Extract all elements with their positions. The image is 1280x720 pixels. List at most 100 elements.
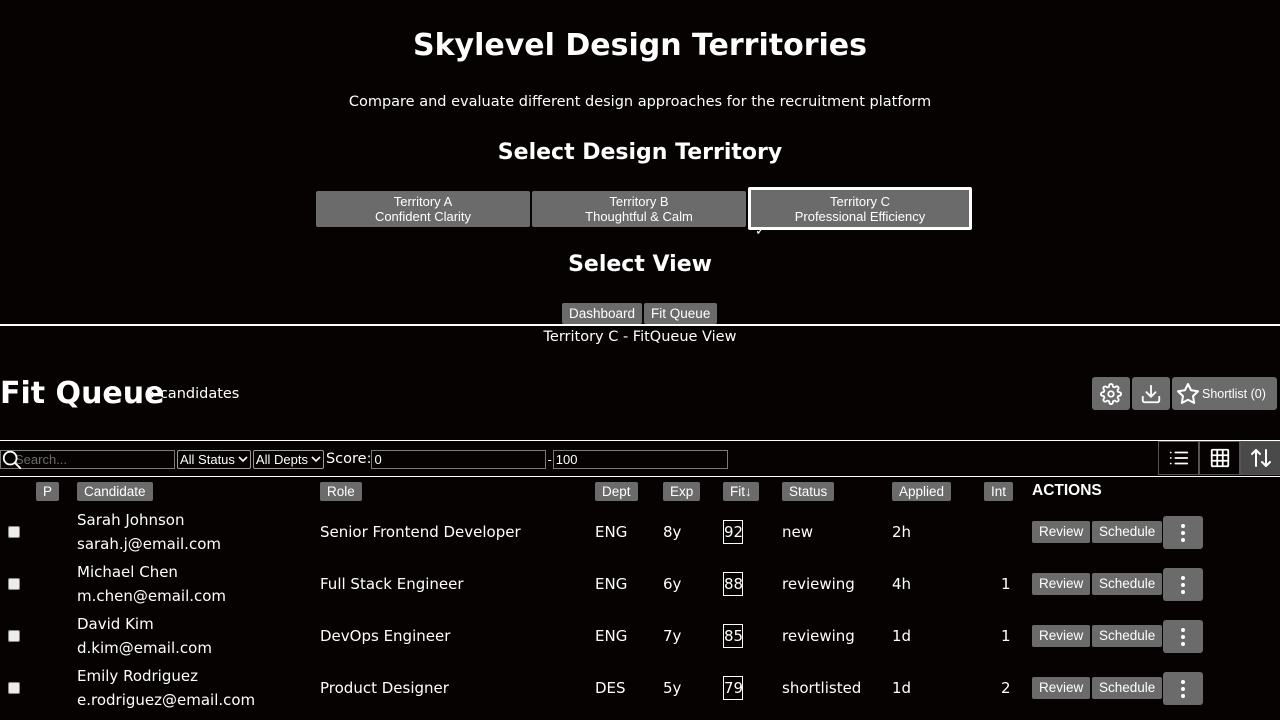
star-icon (1177, 382, 1199, 404)
territory-c-button[interactable]: Territory C Professional Efficiency (748, 187, 972, 230)
review-button[interactable]: Review (1032, 573, 1091, 595)
candidate-exp: 5y (663, 679, 682, 697)
candidate-role: Senior Frontend Developer (320, 523, 521, 541)
filter-bar: All Status All Depts Score: - (0, 449, 728, 469)
candidate-applied: 1d (892, 679, 912, 697)
column-header-fit[interactable]: Fit↓ (723, 482, 759, 501)
candidate-applied: 4h (892, 575, 912, 593)
candidate-dept: ENG (595, 523, 628, 541)
status-filter-value: All Status (180, 451, 235, 467)
row-select-checkbox[interactable] (8, 578, 20, 590)
queue-toolbar: Shortlist (0) (1092, 377, 1277, 410)
view-dashboard-button[interactable]: Dashboard (562, 303, 643, 324)
row-more-button[interactable] (1163, 620, 1203, 653)
table-header: P Candidate Role Dept Exp Fit↓ Status Ap… (0, 482, 1280, 502)
table-row: Michael Chen m.chen@email.com Full Stack… (0, 558, 1280, 610)
score-range-separator: - (547, 451, 552, 467)
candidate-status: shortlisted (782, 679, 862, 697)
page-subtitle: Compare and evaluate different design ap… (348, 94, 932, 110)
dept-filter-select[interactable]: All Depts (252, 449, 324, 469)
candidate-email: d.kim@email.com (77, 639, 212, 657)
candidate-interviews: 2 (1001, 679, 1011, 697)
column-header-dept[interactable]: Dept (595, 482, 638, 501)
territory-c-desc: Professional Efficiency (794, 208, 926, 224)
view-fit-queue-button[interactable]: Fit Queue (644, 303, 718, 324)
search-input[interactable] (0, 449, 175, 469)
view-selector: Dashboard Fit Queue (562, 303, 718, 324)
row-select-checkbox[interactable] (8, 630, 20, 642)
status-filter-select[interactable]: All Status (177, 449, 251, 469)
candidate-dept: ENG (595, 575, 628, 593)
row-more-button[interactable] (1163, 672, 1203, 705)
candidate-email: m.chen@email.com (77, 587, 227, 605)
row-select-checkbox[interactable] (8, 682, 20, 694)
candidate-status: new (782, 523, 814, 541)
candidate-email: e.rodriguez@email.com (77, 691, 256, 709)
fit-score: 88 (723, 572, 743, 596)
sort-toggle[interactable] (1240, 441, 1280, 475)
territory-b-desc: Thoughtful & Calm (585, 208, 693, 224)
selected-check-icon: ✓ (755, 224, 766, 239)
column-header-int[interactable]: Int (984, 482, 1014, 501)
column-header-candidate[interactable]: Candidate (77, 482, 153, 501)
candidate-interviews: 1 (1001, 627, 1011, 645)
column-header-exp[interactable]: Exp (663, 482, 701, 501)
list-view-toggle[interactable] (1158, 441, 1199, 475)
row-more-button[interactable] (1163, 568, 1203, 601)
column-header-actions: ACTIONS (1032, 482, 1102, 499)
view-caption: Territory C - FitQueue View (543, 329, 737, 345)
candidate-status: reviewing (782, 575, 855, 593)
more-vertical-icon (1181, 627, 1185, 646)
table-row: David Kim d.kim@email.com DevOps Enginee… (0, 610, 1280, 662)
column-header-status[interactable]: Status (782, 482, 835, 501)
shortlist-button[interactable]: Shortlist (0) (1172, 377, 1277, 410)
fit-score: 92 (723, 520, 743, 544)
candidate-role: Full Stack Engineer (320, 575, 464, 593)
more-vertical-icon (1181, 575, 1185, 594)
candidate-interviews: 1 (1001, 575, 1011, 593)
candidate-name: Michael Chen (77, 563, 178, 581)
review-button[interactable]: Review (1032, 625, 1091, 647)
section-divider (0, 324, 1280, 326)
candidate-name: David Kim (77, 615, 154, 633)
list-icon (1169, 451, 1188, 465)
schedule-button[interactable]: Schedule (1092, 521, 1163, 543)
row-more-button[interactable] (1163, 516, 1203, 549)
candidate-role: Product Designer (320, 679, 449, 697)
territory-a-button[interactable]: Territory A Confident Clarity (316, 190, 530, 227)
review-button[interactable]: Review (1032, 521, 1091, 543)
page-title: Skylevel Design Territories (413, 28, 867, 63)
chevron-down-icon (238, 456, 248, 463)
territory-b-button[interactable]: Territory B Thoughtful & Calm (532, 190, 746, 227)
view-heading: Select View (568, 252, 712, 277)
settings-button[interactable] (1092, 377, 1130, 410)
row-select-checkbox[interactable] (8, 526, 20, 538)
column-header-p[interactable]: P (36, 482, 60, 501)
grid-view-toggle[interactable] (1199, 441, 1240, 475)
more-vertical-icon (1181, 523, 1185, 542)
filter-bar-top-border (0, 440, 1280, 441)
candidate-status: reviewing (782, 627, 855, 645)
schedule-button[interactable]: Schedule (1092, 573, 1163, 595)
search-icon (2, 450, 22, 469)
schedule-button[interactable]: Schedule (1092, 625, 1163, 647)
score-min-input[interactable] (371, 449, 547, 469)
score-max-input[interactable] (552, 449, 728, 469)
candidate-name: Emily Rodriguez (77, 667, 198, 685)
column-header-role[interactable]: Role (320, 482, 362, 501)
queue-title: Fit Queue (0, 376, 165, 411)
chevron-down-icon (311, 456, 321, 463)
column-header-applied[interactable]: Applied (892, 482, 952, 501)
review-button[interactable]: Review (1032, 677, 1091, 699)
score-label: Score: (325, 451, 372, 467)
candidate-exp: 8y (663, 523, 682, 541)
schedule-button[interactable]: Schedule (1092, 677, 1163, 699)
download-button[interactable] (1132, 377, 1170, 410)
candidate-dept: ENG (595, 627, 628, 645)
layout-toggle-group (1158, 441, 1280, 475)
candidate-name: Sarah Johnson (77, 511, 185, 529)
territory-c-name: Territory C (830, 193, 890, 209)
grid-icon (1210, 448, 1229, 468)
shortlist-label: Shortlist (0) (1202, 386, 1266, 401)
candidate-exp: 7y (663, 627, 682, 645)
